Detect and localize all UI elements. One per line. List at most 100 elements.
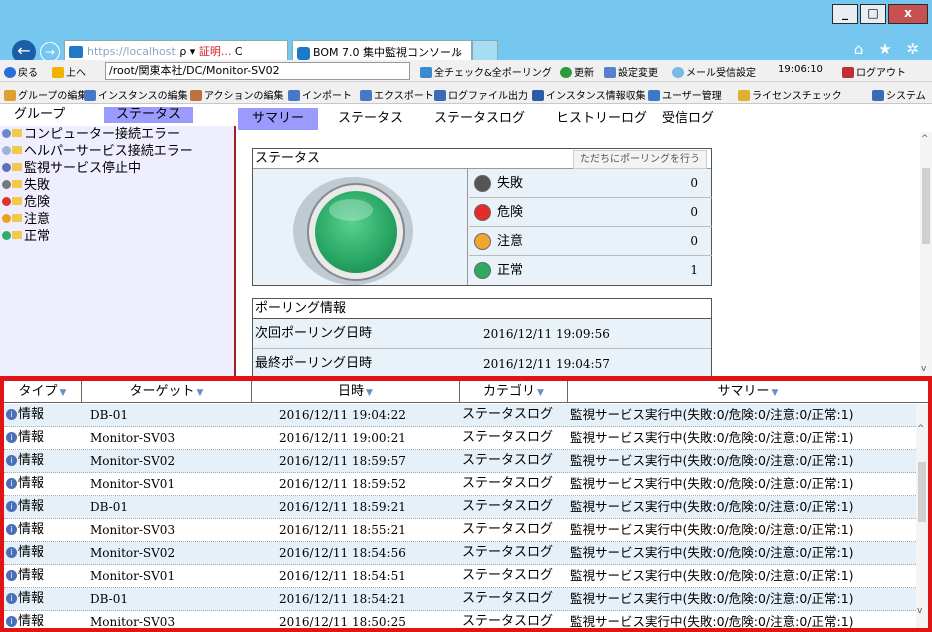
folder-icon — [12, 163, 22, 171]
export-button[interactable]: エクスポート — [360, 87, 434, 102]
network-icon — [420, 67, 432, 78]
log-row[interactable]: i 情報 Monitor-SV01 2016/12/11 18:54:51 ステータスロ… — [4, 565, 916, 588]
tab-status[interactable]: ステータス — [338, 108, 403, 130]
log-row[interactable]: i 情報 Monitor-SV01 2016/12/11 18:59:52 ステータスロ… — [4, 473, 916, 496]
danger-count: 0 — [690, 205, 698, 219]
refresh-button[interactable]: 更新 — [560, 64, 594, 79]
log-target: DB-01 — [90, 408, 128, 422]
import-button[interactable]: インポート — [288, 87, 352, 102]
browser-forward-icon[interactable]: → — [40, 42, 60, 62]
danger-icon — [474, 204, 491, 221]
collect-instance-info-button[interactable]: インスタンス情報収集 — [532, 87, 646, 102]
log-row[interactable]: i 情報 DB-01 2016/12/11 19:04:22 ステータスログ 監視サービス… — [4, 404, 916, 427]
log-file-output-button[interactable]: ログファイル出力 — [434, 87, 528, 102]
tree-item-computer-connection-error[interactable]: コンピューター接続エラー — [0, 126, 234, 143]
tab-status-log[interactable]: ステータスログ — [434, 108, 525, 130]
back-button[interactable]: 戻る — [4, 64, 38, 79]
edit-group-button[interactable]: グループの編集 — [4, 87, 87, 102]
tree-item-monitoring-service-stopped[interactable]: 監視サービス停止中 — [0, 160, 234, 177]
col-category-header[interactable]: カテゴリ ▼ — [460, 381, 568, 403]
main-tabs: サマリー ステータス ステータスログ ヒストリーログ 受信ログ — [238, 108, 932, 132]
path-field[interactable]: /root/関東本社/DC/Monitor-SV02 — [105, 62, 410, 80]
tab-group[interactable]: グループ — [14, 107, 65, 123]
log-scrollbar[interactable]: ^ v — [916, 404, 928, 628]
minimize-button[interactable]: _ — [832, 4, 858, 24]
site-icon — [69, 46, 83, 58]
edit-action-button[interactable]: アクションの編集 — [190, 87, 284, 102]
log-summary: 監視サービス実行中(失敗:0/危険:0/注意:0/正常:1) — [570, 591, 854, 606]
log-row[interactable]: i 情報 Monitor-SV03 2016/12/11 18:50:25 ステータスロ… — [4, 611, 916, 629]
tree-item-failure[interactable]: 失敗 — [0, 177, 234, 194]
mail-settings-button[interactable]: メール受信設定 — [672, 64, 756, 79]
col-summary-header[interactable]: サマリー ▼ — [568, 381, 928, 403]
log-category: ステータスログ — [462, 407, 554, 422]
tab-favicon-icon — [297, 47, 310, 60]
log-target: DB-01 — [90, 500, 128, 514]
log-target: Monitor-SV02 — [90, 546, 176, 560]
up-button[interactable]: 上へ — [52, 64, 86, 79]
search-dropdown-icon[interactable]: ρ ▾ — [179, 45, 195, 58]
col-target-header[interactable]: ターゲット ▼ — [82, 381, 252, 403]
log-row[interactable]: i 情報 DB-01 2016/12/11 18:59:21 ステータスログ 監視サービス… — [4, 496, 916, 519]
status-icon — [2, 163, 11, 172]
tab-received-log[interactable]: 受信ログ — [662, 108, 714, 130]
tree-item-danger[interactable]: 危険 — [0, 194, 234, 211]
tree-item-normal[interactable]: 正常 — [0, 228, 234, 245]
folder-icon — [12, 180, 22, 188]
summary-scrollbar[interactable]: ^ v — [920, 132, 932, 376]
window-controls: _ □ x — [832, 4, 928, 24]
scroll-up-icon[interactable]: ^ — [921, 134, 929, 144]
log-summary: 監視サービス実行中(失敗:0/危険:0/注意:0/正常:1) — [570, 407, 854, 422]
scroll-up-icon[interactable]: ^ — [917, 424, 925, 434]
sort-icon: ▼ — [196, 388, 204, 398]
log-summary: 監視サービス実行中(失敗:0/危険:0/注意:0/正常:1) — [570, 476, 854, 491]
log-row[interactable]: i 情報 Monitor-SV03 2016/12/11 18:55:21 ステータスロ… — [4, 519, 916, 542]
tree-item-helper-service-connection-error[interactable]: ヘルパーサービス接続エラー — [0, 143, 234, 160]
scroll-thumb[interactable] — [922, 168, 930, 244]
license-check-button[interactable]: ライセンスチェック — [738, 87, 842, 102]
col-type-header[interactable]: タイプ ▼ — [4, 381, 82, 403]
certificate-error-label[interactable]: 証明... — [199, 45, 232, 58]
failure-icon — [474, 175, 491, 192]
folder-icon — [12, 214, 22, 222]
close-window-button[interactable]: x — [888, 4, 928, 24]
action-icon — [190, 90, 202, 101]
scroll-down-icon[interactable]: v — [921, 364, 926, 374]
log-type: i 情報 — [6, 519, 44, 541]
info-icon: i — [6, 501, 17, 512]
log-datetime: 2016/12/11 18:54:51 — [279, 569, 406, 583]
log-row[interactable]: i 情報 DB-01 2016/12/11 18:54:21 ステータスログ 監視サービス… — [4, 588, 916, 611]
log-category: ステータスログ — [462, 614, 554, 629]
refresh-icon[interactable]: C — [235, 45, 243, 58]
browser-right-icons[interactable]: ⌂ ★ ✲ — [854, 40, 924, 58]
status-row-warning: 注意 0 — [469, 227, 712, 256]
status-tree: コンピューター接続エラー ヘルパーサービス接続エラー 監視サービス停止中 失敗 … — [0, 126, 236, 376]
poll-now-button[interactable]: ただちにポーリングを行う — [573, 150, 707, 169]
tab-status-left[interactable]: ステータス — [104, 107, 194, 123]
log-row[interactable]: i 情報 Monitor-SV03 2016/12/11 19:00:21 ステータスロ… — [4, 427, 916, 450]
edit-instance-button[interactable]: インスタンスの編集 — [84, 87, 188, 102]
logout-button[interactable]: ログアウト — [842, 64, 906, 79]
col-datetime-header[interactable]: 日時 ▼ — [252, 381, 460, 403]
scroll-down-icon[interactable]: v — [917, 606, 922, 616]
tab-history-log[interactable]: ヒストリーログ — [556, 108, 647, 130]
log-target: Monitor-SV03 — [90, 523, 176, 537]
check-all-poll-button[interactable]: 全チェック&全ポーリング — [420, 64, 552, 79]
scroll-thumb[interactable] — [918, 462, 926, 522]
system-button[interactable]: システム — [872, 87, 926, 102]
left-panel-tabs: グループ ステータス — [0, 104, 238, 126]
tab-title: BOM 7.0 集中監視コンソール — [313, 46, 462, 59]
status-lamp-area — [253, 169, 468, 285]
group-icon — [4, 90, 16, 101]
user-management-button[interactable]: ユーザー管理 — [648, 87, 722, 102]
log-type: i 情報 — [6, 565, 44, 587]
folder-icon — [12, 129, 22, 137]
log-row[interactable]: i 情報 Monitor-SV02 2016/12/11 18:59:57 ステータスロ… — [4, 450, 916, 473]
log-row[interactable]: i 情報 Monitor-SV02 2016/12/11 18:54:56 ステータスロ… — [4, 542, 916, 565]
warning-icon — [474, 233, 491, 250]
settings-change-button[interactable]: 設定変更 — [604, 64, 658, 79]
tree-item-warning[interactable]: 注意 — [0, 211, 234, 228]
tab-summary[interactable]: サマリー — [238, 108, 319, 130]
maximize-button[interactable]: □ — [860, 4, 886, 24]
failure-count: 0 — [690, 176, 698, 190]
